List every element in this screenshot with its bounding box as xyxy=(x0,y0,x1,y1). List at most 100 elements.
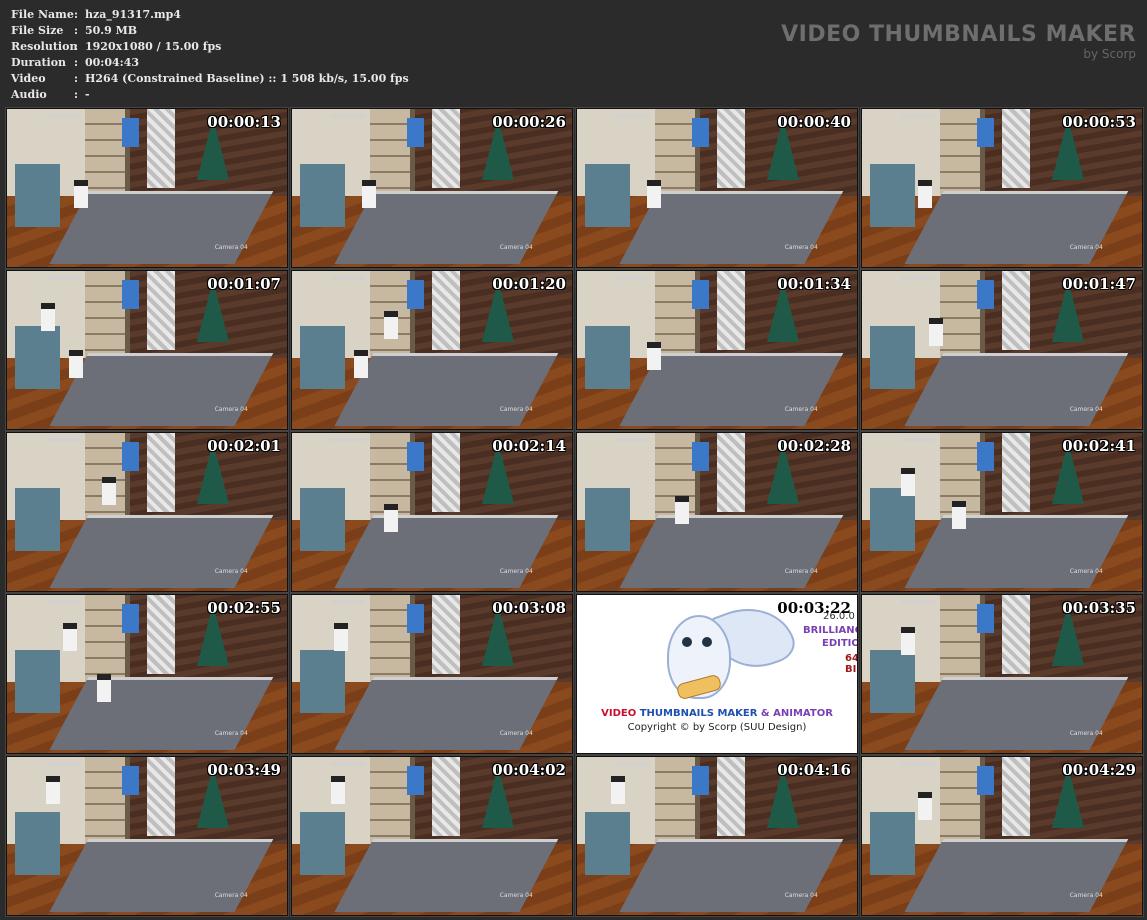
lattice-panel xyxy=(1002,271,1030,350)
timestamp-label: 00:02:01 xyxy=(207,437,281,455)
bookshelf xyxy=(370,595,410,682)
camera-label: Camera 04 xyxy=(1069,568,1103,576)
video-thumbnail[interactable]: Camera 04 00:01:47 xyxy=(861,270,1143,430)
person-figure xyxy=(353,350,368,378)
timestamp-label: 00:00:13 xyxy=(207,113,281,131)
person-figure xyxy=(46,775,61,804)
tv-screen xyxy=(691,442,709,471)
bed xyxy=(619,839,843,912)
bed xyxy=(619,515,843,588)
camera-date-stamp xyxy=(331,275,365,280)
info-key: Duration xyxy=(11,56,67,69)
bed xyxy=(904,191,1128,264)
lattice-panel xyxy=(432,109,460,188)
timestamp-label: 00:04:29 xyxy=(1062,761,1136,779)
camera-label: Camera 04 xyxy=(214,730,248,738)
tv-screen xyxy=(121,442,139,471)
info-separator: : xyxy=(74,56,79,69)
person-figure xyxy=(384,310,399,339)
video-thumbnail[interactable]: Camera 04 00:00:26 xyxy=(291,108,573,268)
info-key: File Name xyxy=(11,8,74,21)
video-thumbnail[interactable]: Camera 04 00:01:20 xyxy=(291,270,573,430)
timestamp-label: 00:02:41 xyxy=(1062,437,1136,455)
bed xyxy=(49,515,273,588)
info-separator: : xyxy=(74,72,79,85)
tv-screen xyxy=(691,118,709,147)
sofa xyxy=(15,326,61,390)
person-figure xyxy=(929,318,944,347)
person-figure xyxy=(647,180,661,209)
video-thumbnail[interactable]: Camera 04 00:03:35 xyxy=(861,594,1143,754)
tv-screen xyxy=(976,442,994,471)
bookshelf xyxy=(85,757,125,844)
bookshelf xyxy=(85,109,125,196)
file-info: File Name : hza_91317.mp4 File Size : 50… xyxy=(11,7,409,103)
video-thumbnail[interactable]: Camera 04 00:03:49 xyxy=(6,756,288,916)
brand-subtitle: by Scorp xyxy=(1083,47,1136,61)
video-thumbnail[interactable]: Camera 04 00:00:40 xyxy=(576,108,858,268)
lattice-panel xyxy=(147,595,175,674)
timestamp-label: 00:00:40 xyxy=(777,113,851,131)
promo-copyright: Copyright © by Scorp (SUU Design) xyxy=(627,722,807,733)
video-thumbnail[interactable]: Camera 04 00:02:55 xyxy=(6,594,288,754)
person-figure xyxy=(647,342,661,371)
timestamp-label: 00:03:35 xyxy=(1062,599,1136,617)
promo-edition-line: 64 BI xyxy=(845,653,858,675)
sofa xyxy=(585,164,631,228)
info-row-resolution: Resolution : 1920x1080 / 15.00 fps xyxy=(11,39,409,55)
tv-screen xyxy=(406,118,424,147)
video-thumbnail[interactable]: Camera 04 00:03:08 xyxy=(291,594,573,754)
promo-title-part: VIDEO xyxy=(601,708,637,719)
video-thumbnail[interactable]: Camera 04 00:04:02 xyxy=(291,756,573,916)
brand-watermark: VIDEO THUMBNAILS MAKER by Scorp xyxy=(781,22,1136,61)
sofa xyxy=(870,488,916,552)
video-thumbnail[interactable]: Camera 04 00:01:34 xyxy=(576,270,858,430)
timestamp-label: 00:04:02 xyxy=(492,761,566,779)
timestamp-label: 00:03:49 xyxy=(207,761,281,779)
info-key: Video xyxy=(11,72,46,85)
camera-label: Camera 04 xyxy=(214,244,248,252)
camera-label: Camera 04 xyxy=(1069,406,1103,414)
video-thumbnail[interactable]: Camera 04 00:04:16 xyxy=(576,756,858,916)
lattice-panel xyxy=(1002,595,1030,674)
timestamp-label: 00:03:08 xyxy=(492,599,566,617)
camera-label: Camera 04 xyxy=(499,406,533,414)
video-thumbnail[interactable]: Camera 04 00:01:07 xyxy=(6,270,288,430)
info-key: Resolution xyxy=(11,40,78,53)
info-row-video: Video : H264 (Constrained Baseline) :: 1… xyxy=(11,71,409,87)
info-key: Audio xyxy=(11,88,47,101)
person-figure xyxy=(96,674,111,702)
video-thumbnail[interactable]: Camera 04 00:00:53 xyxy=(861,108,1143,268)
person-figure xyxy=(901,626,916,655)
camera-date-stamp xyxy=(901,437,935,442)
person-figure xyxy=(331,775,346,804)
info-separator: : xyxy=(74,40,79,53)
camera-label: Camera 04 xyxy=(499,892,533,900)
video-thumbnail[interactable]: Camera 04 00:04:29 xyxy=(861,756,1143,916)
person-figure xyxy=(918,180,932,209)
camera-date-stamp xyxy=(46,113,80,118)
sofa xyxy=(870,164,916,228)
video-thumbnail[interactable]: Camera 04 00:02:41 xyxy=(861,432,1143,592)
video-thumbnail[interactable]: Camera 04 00:02:14 xyxy=(291,432,573,592)
info-row-file-name: File Name : hza_91317.mp4 xyxy=(11,7,409,23)
tv-screen xyxy=(976,280,994,309)
video-thumbnail[interactable]: Camera 04 00:02:01 xyxy=(6,432,288,592)
promo-thumbnail[interactable]: 26.0.0 BRILLIANC EDITIO 64 BI VIDEO THUMBNAI… xyxy=(576,594,858,754)
lattice-panel xyxy=(432,433,460,512)
lattice-panel xyxy=(717,757,745,836)
camera-date-stamp xyxy=(331,761,365,766)
bed xyxy=(904,515,1128,588)
camera-date-stamp xyxy=(616,275,650,280)
lattice-panel xyxy=(1002,433,1030,512)
video-thumbnail[interactable]: Camera 04 00:00:13 xyxy=(6,108,288,268)
person-figure xyxy=(918,791,932,820)
camera-label: Camera 04 xyxy=(214,406,248,414)
lattice-panel xyxy=(717,433,745,512)
brand-title: VIDEO THUMBNAILS MAKER xyxy=(781,22,1136,47)
owl-eye-icon xyxy=(682,637,692,647)
info-key: File Size xyxy=(11,24,64,37)
info-row-duration: Duration : 00:04:43 xyxy=(11,55,409,71)
video-thumbnail[interactable]: Camera 04 00:02:28 xyxy=(576,432,858,592)
person-figure xyxy=(68,350,83,378)
